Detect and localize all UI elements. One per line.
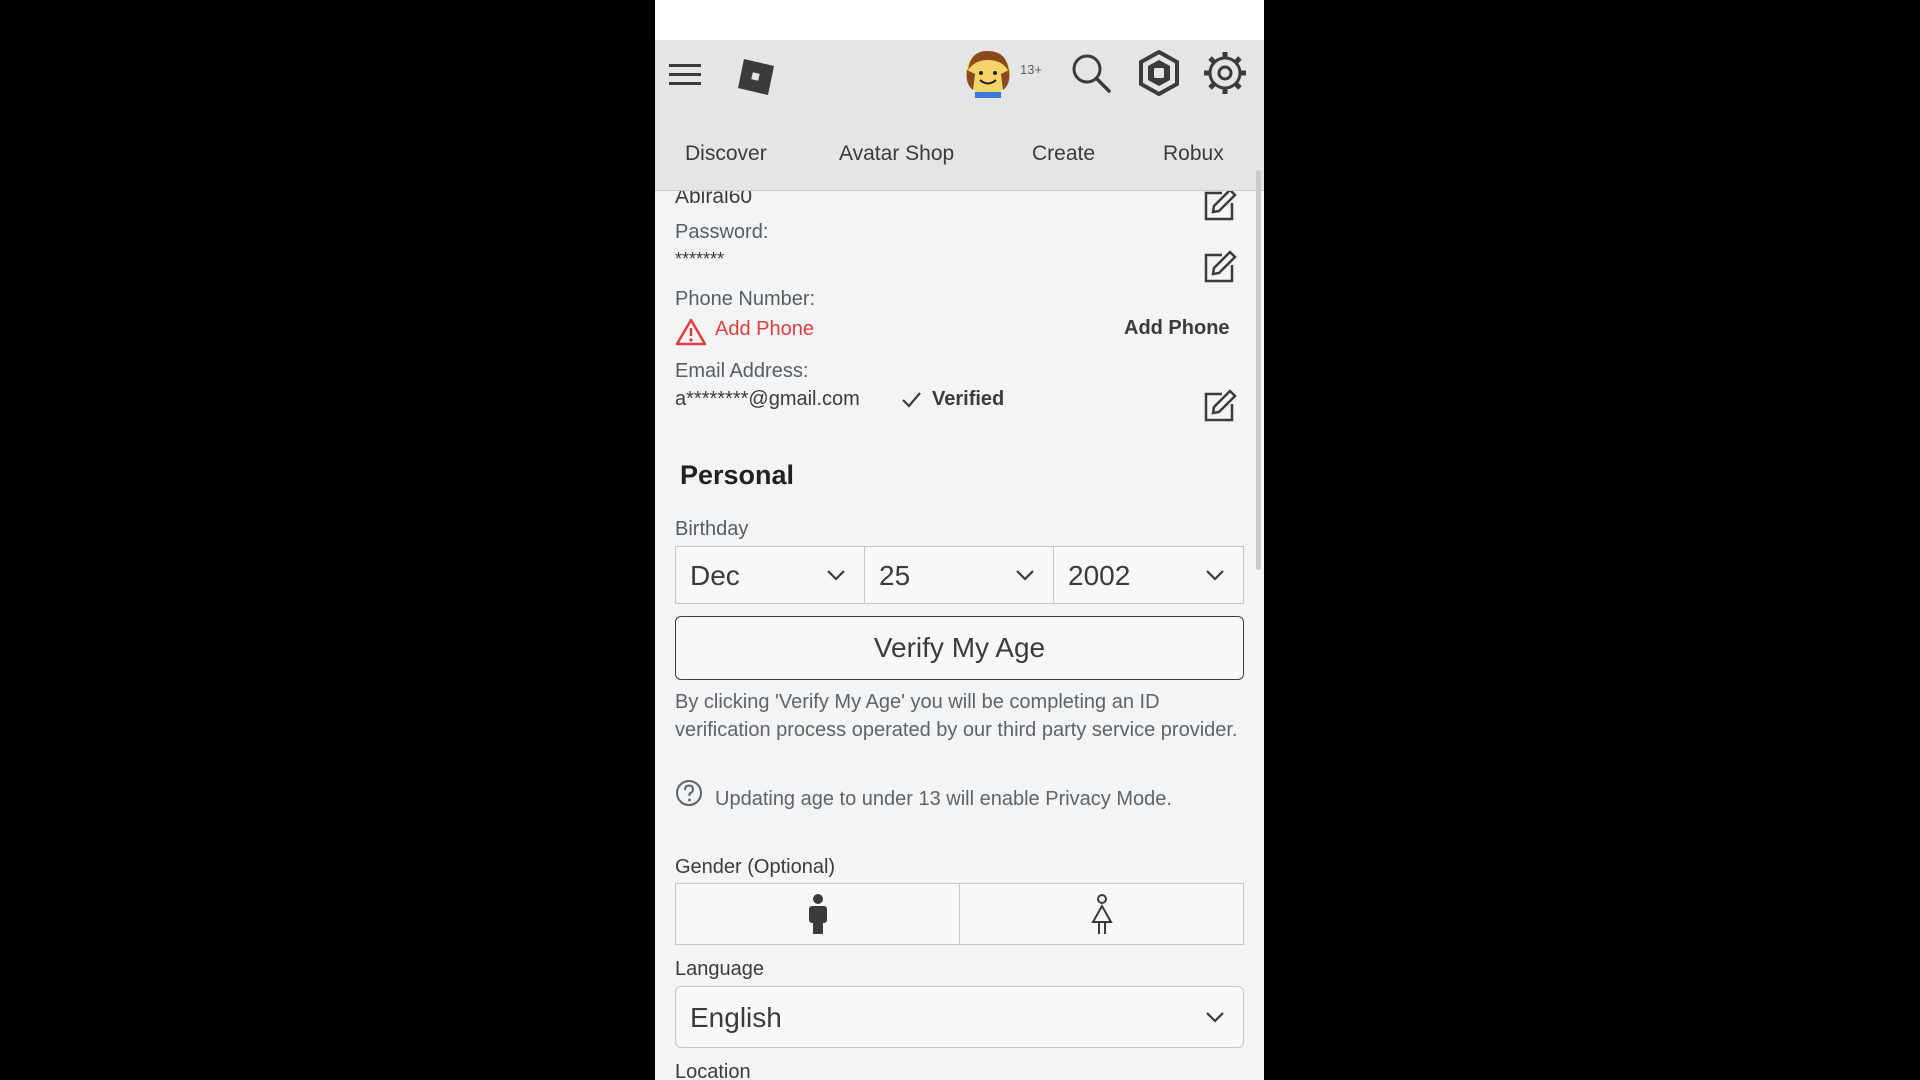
chevron-down-icon bbox=[1016, 570, 1034, 581]
chevron-down-icon bbox=[827, 570, 845, 581]
age-badge: 13+ bbox=[1020, 62, 1043, 77]
password-label: Password: bbox=[675, 221, 769, 243]
personal-heading: Personal bbox=[680, 460, 795, 490]
birthday-month-value: Dec bbox=[690, 560, 740, 591]
edit-username-icon[interactable] bbox=[1200, 191, 1238, 225]
search-icon[interactable] bbox=[1070, 52, 1112, 94]
verify-age-note: By clicking 'Verify My Age' you will be … bbox=[675, 691, 1238, 741]
tab-discover[interactable]: Discover bbox=[685, 142, 767, 166]
language-select[interactable]: English bbox=[675, 986, 1244, 1048]
edit-password-icon[interactable] bbox=[1200, 249, 1238, 287]
birthday-day-select[interactable]: 25 bbox=[864, 546, 1054, 604]
tab-avatar-shop[interactable]: Avatar Shop bbox=[839, 142, 954, 166]
birthday-year-select[interactable]: 2002 bbox=[1053, 546, 1244, 604]
female-icon bbox=[1091, 894, 1113, 934]
scrollbar[interactable] bbox=[1256, 170, 1261, 570]
verified-check-icon bbox=[902, 392, 921, 408]
gender-female-button[interactable] bbox=[959, 883, 1244, 945]
verify-age-button[interactable]: Verify My Age bbox=[675, 616, 1244, 680]
edit-email-icon[interactable] bbox=[1200, 388, 1238, 426]
add-phone-warning[interactable]: Add Phone bbox=[715, 318, 814, 341]
gender-male-button[interactable] bbox=[675, 883, 960, 945]
language-value: English bbox=[690, 1002, 782, 1033]
robux-icon[interactable] bbox=[1136, 50, 1182, 96]
email-value: a********@gmail.com bbox=[675, 388, 860, 410]
status-bar bbox=[655, 0, 1264, 40]
tab-create[interactable]: Create bbox=[1032, 142, 1095, 166]
password-value: ******* bbox=[675, 249, 725, 269]
avatar-icon[interactable] bbox=[963, 48, 1013, 98]
birthday-label: Birthday bbox=[675, 518, 749, 540]
location-label: Location bbox=[675, 1061, 751, 1080]
top-navigation: 13+ Discover Avatar Shop Create Robux bbox=[655, 40, 1264, 191]
phone-label: Phone Number: bbox=[675, 288, 816, 310]
phone-screen: 13+ Discover Avatar Shop Create Robux Ab… bbox=[655, 0, 1264, 1080]
gender-label: Gender (Optional) bbox=[675, 856, 836, 878]
privacy-mode-note: Updating age to under 13 will enable Pri… bbox=[715, 788, 1172, 810]
email-verified-status: Verified bbox=[932, 388, 1005, 410]
gear-icon[interactable] bbox=[1202, 50, 1248, 96]
add-phone-button[interactable]: Add Phone bbox=[1124, 317, 1230, 340]
language-label: Language bbox=[675, 958, 764, 980]
chevron-down-icon bbox=[1206, 570, 1224, 581]
roblox-logo-icon[interactable] bbox=[735, 56, 777, 98]
warning-icon bbox=[675, 318, 707, 346]
chevron-down-icon bbox=[1206, 1012, 1224, 1023]
username-value: Abiral60 bbox=[675, 191, 753, 208]
male-icon bbox=[809, 894, 827, 934]
birthday-year-value: 2002 bbox=[1068, 560, 1131, 591]
hamburger-menu-icon[interactable] bbox=[669, 62, 703, 88]
birthday-month-select[interactable]: Dec bbox=[675, 546, 865, 604]
email-label: Email Address: bbox=[675, 360, 809, 382]
tab-robux[interactable]: Robux bbox=[1163, 142, 1224, 166]
birthday-day-value: 25 bbox=[879, 560, 911, 591]
settings-content: Abiral60 Password: ******* Phone Number:… bbox=[655, 191, 1264, 1080]
